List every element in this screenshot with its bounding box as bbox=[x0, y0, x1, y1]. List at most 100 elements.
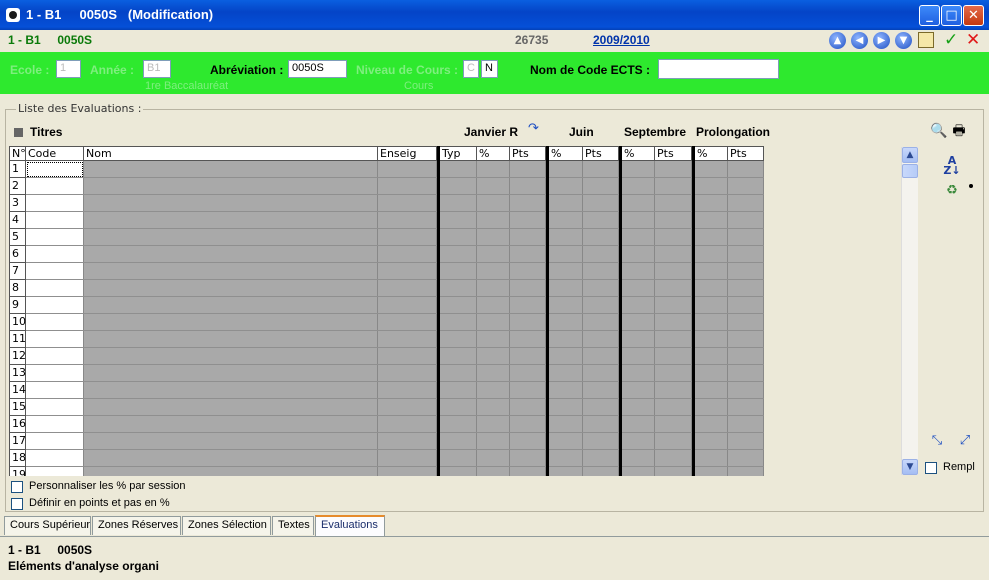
scroll-up-button[interactable]: ▲ bbox=[902, 147, 918, 163]
row-number: 4 bbox=[9, 212, 26, 229]
header-typ[interactable]: Typ bbox=[440, 146, 477, 161]
rempl-checkbox[interactable] bbox=[925, 462, 937, 474]
niveau-label: Niveau de Cours : bbox=[356, 63, 459, 77]
link-down-icon[interactable]: ⤡ bbox=[928, 432, 946, 450]
status-dot-icon bbox=[969, 184, 973, 188]
header-no: N° bbox=[9, 146, 26, 161]
recycle-bin-icon[interactable]: ♻ bbox=[943, 182, 961, 200]
table-row bbox=[9, 228, 764, 229]
arrow-right-icon[interactable]: ▶ bbox=[873, 32, 890, 49]
scroll-down-button[interactable]: ▼ bbox=[902, 459, 918, 475]
table-row bbox=[9, 313, 764, 314]
abbrev-field[interactable]: 0050S bbox=[288, 60, 347, 78]
cancel-icon[interactable]: ✕ bbox=[966, 30, 980, 50]
session-septembre: Septembre bbox=[624, 125, 687, 139]
calculator-icon[interactable] bbox=[918, 32, 934, 48]
table-row bbox=[9, 381, 764, 382]
annee-label: Année : bbox=[90, 63, 135, 77]
minimize-button[interactable]: _ bbox=[919, 5, 940, 26]
check-icon[interactable]: ✓ bbox=[944, 30, 958, 50]
header-pts-4[interactable]: Pts bbox=[728, 146, 764, 161]
tab-evaluations[interactable]: Evaluations bbox=[315, 515, 385, 536]
row-number: 13 bbox=[9, 365, 26, 382]
grid-scrollbar[interactable]: ▲ ▼ bbox=[901, 147, 918, 475]
row-number: 10 bbox=[9, 314, 26, 331]
row-number: 15 bbox=[9, 399, 26, 416]
column-pts-1 bbox=[510, 161, 546, 476]
link-up-icon[interactable]: ⤢ bbox=[956, 432, 974, 450]
app-icon bbox=[6, 8, 20, 22]
table-row bbox=[9, 211, 764, 212]
header-band: Ecole : 1 Année : B1 1re Baccalauréat Ab… bbox=[0, 52, 989, 94]
table-row bbox=[9, 347, 764, 348]
sort-az-icon[interactable]: A Z↓ bbox=[943, 155, 961, 176]
column-pct-4 bbox=[695, 161, 728, 476]
header-code[interactable]: Code bbox=[26, 146, 84, 161]
row-number: 17 bbox=[9, 433, 26, 450]
row-number: 18 bbox=[9, 450, 26, 467]
niveau-field-2[interactable]: N bbox=[481, 60, 498, 78]
row-number: 5 bbox=[9, 229, 26, 246]
session-separator bbox=[619, 146, 622, 476]
table-row bbox=[9, 245, 764, 246]
points-checkbox[interactable] bbox=[11, 498, 23, 510]
table-row bbox=[9, 330, 764, 331]
custom-pct-label: Personnaliser les % par session bbox=[29, 480, 186, 492]
group-legend: Liste des Evaluations : bbox=[16, 102, 144, 115]
table-row bbox=[9, 364, 764, 365]
session-separator bbox=[546, 146, 549, 476]
column-pts-3 bbox=[655, 161, 692, 476]
arrow-down-icon[interactable]: ▼ bbox=[895, 32, 912, 49]
table-row bbox=[9, 449, 764, 450]
close-window-button[interactable]: ✕ bbox=[963, 5, 984, 26]
arrow-left-icon[interactable]: ◀ bbox=[851, 32, 868, 49]
tab-textes[interactable]: Textes bbox=[272, 516, 314, 535]
niveau-subtitle: Cours bbox=[404, 80, 434, 92]
header-pct-4[interactable]: % bbox=[695, 146, 728, 161]
header-enseig[interactable]: Enseig bbox=[378, 146, 437, 161]
focused-cell[interactable] bbox=[27, 162, 83, 177]
printer-icon[interactable]: 🖶 bbox=[950, 122, 968, 140]
header-pct-1[interactable]: % bbox=[477, 146, 510, 161]
evaluations-grid[interactable]: 1 2 3 4 5 6 7 8 9 10 11 12 13 14 15 16 17 18 19 N° Code No… bbox=[9, 146, 764, 476]
header-pts-2[interactable]: Pts bbox=[583, 146, 619, 161]
tab-cours-superieur[interactable]: Cours Supérieur bbox=[4, 516, 91, 535]
column-nom bbox=[84, 161, 378, 476]
arrow-up-icon[interactable]: ▲ bbox=[829, 32, 846, 49]
tab-zones-selection[interactable]: Zones Sélection bbox=[182, 516, 271, 535]
scroll-thumb[interactable] bbox=[902, 164, 918, 178]
header-pct-2[interactable]: % bbox=[549, 146, 583, 161]
custom-pct-checkbox[interactable] bbox=[11, 481, 23, 493]
row-number: 12 bbox=[9, 348, 26, 365]
row-number: 6 bbox=[9, 246, 26, 263]
column-code bbox=[26, 161, 84, 476]
table-row bbox=[9, 398, 764, 399]
table-row bbox=[9, 279, 764, 280]
niveau-field-1[interactable]: C bbox=[463, 60, 479, 78]
academic-year-link[interactable]: 2009/2010 bbox=[593, 33, 650, 47]
header-pct-3[interactable]: % bbox=[622, 146, 655, 161]
points-label: Définir en points et pas en % bbox=[29, 497, 170, 509]
maximize-button[interactable]: □ bbox=[941, 5, 962, 26]
row-number: 16 bbox=[9, 416, 26, 433]
table-row bbox=[9, 194, 764, 195]
table-row bbox=[9, 432, 764, 433]
header-nom[interactable]: Nom bbox=[84, 146, 378, 161]
ecole-field[interactable]: 1 bbox=[56, 60, 81, 78]
session-prolongation: Prolongation bbox=[696, 125, 770, 139]
print-preview-icon[interactable]: 🔍 bbox=[930, 122, 948, 140]
table-row bbox=[9, 415, 764, 416]
tab-zones-reserves[interactable]: Zones Réserves bbox=[92, 516, 181, 535]
refresh-icon[interactable]: ↷ bbox=[528, 121, 539, 136]
header-pts-1[interactable]: Pts bbox=[510, 146, 546, 161]
table-row bbox=[9, 466, 764, 467]
column-pct-3 bbox=[622, 161, 655, 476]
ects-field[interactable] bbox=[658, 59, 779, 79]
titres-label: Titres bbox=[30, 125, 63, 139]
row-number: 3 bbox=[9, 195, 26, 212]
column-pts-2 bbox=[583, 161, 619, 476]
titres-marker-icon bbox=[14, 128, 23, 137]
header-pts-3[interactable]: Pts bbox=[655, 146, 692, 161]
annee-field[interactable]: B1 bbox=[143, 60, 171, 78]
row-number: 11 bbox=[9, 331, 26, 348]
